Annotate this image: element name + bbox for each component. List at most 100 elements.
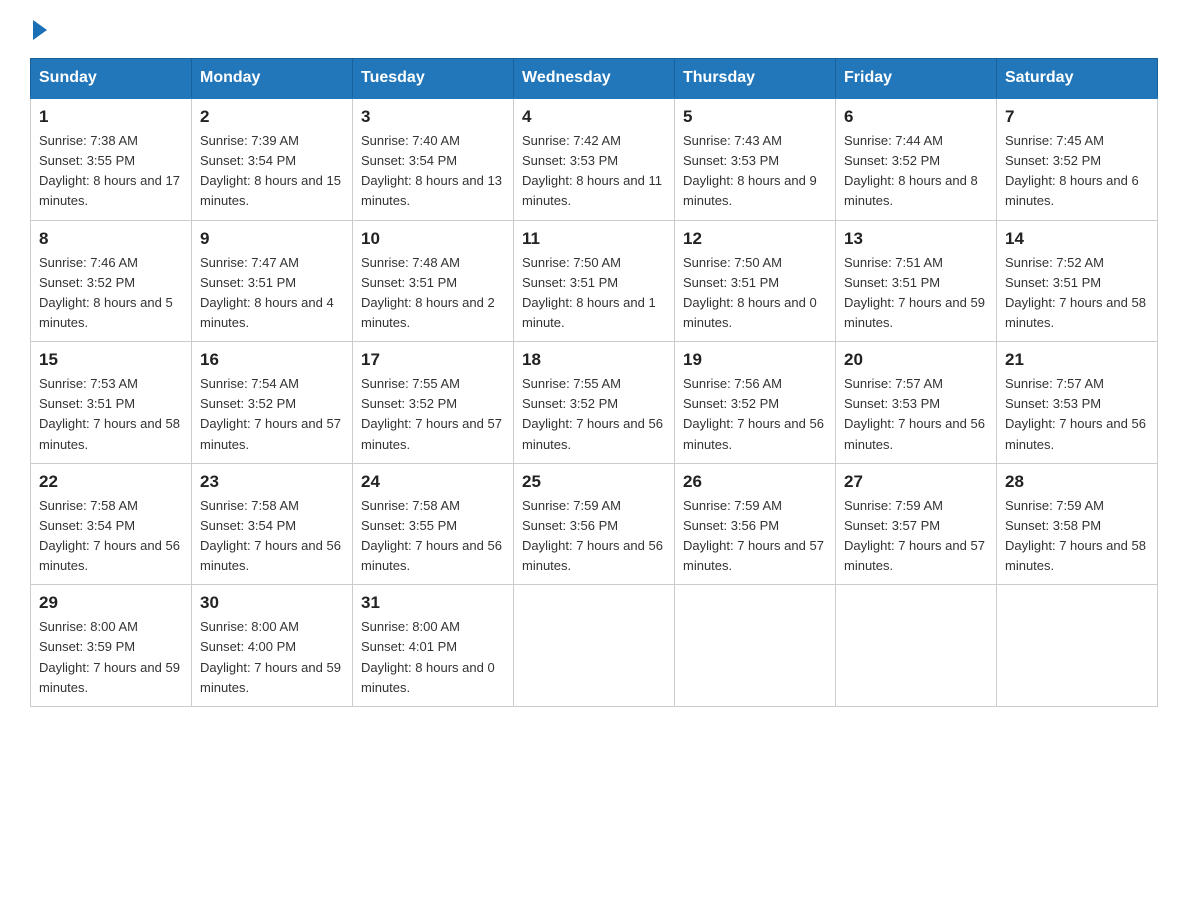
day-number: 18 [522, 350, 666, 370]
day-number: 30 [200, 593, 344, 613]
week-row-2: 8 Sunrise: 7:46 AMSunset: 3:52 PMDaylight… [31, 220, 1158, 342]
logo-triangle-icon [33, 20, 47, 40]
day-cell [514, 585, 675, 707]
day-cell: 25 Sunrise: 7:59 AMSunset: 3:56 PMDayligh… [514, 463, 675, 585]
day-info: Sunrise: 8:00 AMSunset: 3:59 PMDaylight:… [39, 617, 183, 698]
day-cell: 8 Sunrise: 7:46 AMSunset: 3:52 PMDaylight… [31, 220, 192, 342]
day-cell: 12 Sunrise: 7:50 AMSunset: 3:51 PMDayligh… [675, 220, 836, 342]
day-info: Sunrise: 7:55 AMSunset: 3:52 PMDaylight:… [361, 374, 505, 455]
day-number: 13 [844, 229, 988, 249]
day-number: 2 [200, 107, 344, 127]
day-number: 1 [39, 107, 183, 127]
day-number: 24 [361, 472, 505, 492]
day-cell: 23 Sunrise: 7:58 AMSunset: 3:54 PMDayligh… [192, 463, 353, 585]
day-cell [675, 585, 836, 707]
day-cell: 2 Sunrise: 7:39 AMSunset: 3:54 PMDaylight… [192, 98, 353, 220]
header-cell-tuesday: Tuesday [353, 59, 514, 99]
day-cell: 22Sunrise: 7:58 AMSunset: 3:54 PMDayligh… [31, 463, 192, 585]
day-info: Sunrise: 7:39 AMSunset: 3:54 PMDaylight:… [200, 131, 344, 212]
header-cell-sunday: Sunday [31, 59, 192, 99]
day-cell: 18Sunrise: 7:55 AMSunset: 3:52 PMDayligh… [514, 342, 675, 464]
day-cell: 17Sunrise: 7:55 AMSunset: 3:52 PMDayligh… [353, 342, 514, 464]
day-cell: 5 Sunrise: 7:43 AMSunset: 3:53 PMDaylight… [675, 98, 836, 220]
day-number: 19 [683, 350, 827, 370]
header-cell-thursday: Thursday [675, 59, 836, 99]
day-cell: 31 Sunrise: 8:00 AMSunset: 4:01 PMDayligh… [353, 585, 514, 707]
logo-blue-container [30, 20, 47, 42]
day-info: Sunrise: 7:45 AMSunset: 3:52 PMDaylight:… [1005, 131, 1149, 212]
day-cell: 4Sunrise: 7:42 AMSunset: 3:53 PMDaylight… [514, 98, 675, 220]
week-row-1: 1Sunrise: 7:38 AMSunset: 3:55 PMDaylight… [31, 98, 1158, 220]
day-cell: 29 Sunrise: 8:00 AMSunset: 3:59 PMDayligh… [31, 585, 192, 707]
day-number: 29 [39, 593, 183, 613]
day-cell [997, 585, 1158, 707]
day-info: Sunrise: 7:52 AMSunset: 3:51 PMDaylight:… [1005, 253, 1149, 334]
day-info: Sunrise: 7:43 AMSunset: 3:53 PMDaylight:… [683, 131, 827, 212]
day-info: Sunrise: 7:58 AMSunset: 3:54 PMDaylight:… [200, 496, 344, 577]
day-number: 16 [200, 350, 344, 370]
day-cell: 27 Sunrise: 7:59 AMSunset: 3:57 PMDayligh… [836, 463, 997, 585]
logo [30, 20, 47, 42]
day-info: Sunrise: 8:00 AMSunset: 4:01 PMDaylight:… [361, 617, 505, 698]
day-cell: 14 Sunrise: 7:52 AMSunset: 3:51 PMDayligh… [997, 220, 1158, 342]
week-row-3: 15 Sunrise: 7:53 AMSunset: 3:51 PMDayligh… [31, 342, 1158, 464]
day-number: 22 [39, 472, 183, 492]
day-number: 5 [683, 107, 827, 127]
day-number: 28 [1005, 472, 1149, 492]
day-number: 23 [200, 472, 344, 492]
day-cell: 20 Sunrise: 7:57 AMSunset: 3:53 PMDayligh… [836, 342, 997, 464]
day-number: 3 [361, 107, 505, 127]
header-cell-wednesday: Wednesday [514, 59, 675, 99]
day-number: 31 [361, 593, 505, 613]
day-info: Sunrise: 7:59 AMSunset: 3:57 PMDaylight:… [844, 496, 988, 577]
day-number: 9 [200, 229, 344, 249]
day-number: 6 [844, 107, 988, 127]
day-info: Sunrise: 7:54 AMSunset: 3:52 PMDaylight:… [200, 374, 344, 455]
day-cell [836, 585, 997, 707]
day-info: Sunrise: 7:50 AMSunset: 3:51 PMDaylight:… [522, 253, 666, 334]
day-number: 4 [522, 107, 666, 127]
day-number: 10 [361, 229, 505, 249]
calendar-header: SundayMondayTuesdayWednesdayThursdayFrid… [31, 59, 1158, 99]
day-info: Sunrise: 7:57 AMSunset: 3:53 PMDaylight:… [1005, 374, 1149, 455]
day-number: 14 [1005, 229, 1149, 249]
header-cell-saturday: Saturday [997, 59, 1158, 99]
page-header [30, 20, 1158, 42]
day-number: 12 [683, 229, 827, 249]
day-cell: 19 Sunrise: 7:56 AMSunset: 3:52 PMDayligh… [675, 342, 836, 464]
day-cell: 9 Sunrise: 7:47 AMSunset: 3:51 PMDaylight… [192, 220, 353, 342]
day-info: Sunrise: 7:47 AMSunset: 3:51 PMDaylight:… [200, 253, 344, 334]
day-number: 8 [39, 229, 183, 249]
day-info: Sunrise: 7:58 AMSunset: 3:55 PMDaylight:… [361, 496, 505, 577]
day-number: 11 [522, 229, 666, 249]
day-cell: 11 Sunrise: 7:50 AMSunset: 3:51 PMDayligh… [514, 220, 675, 342]
header-cell-monday: Monday [192, 59, 353, 99]
day-cell: 21Sunrise: 7:57 AMSunset: 3:53 PMDayligh… [997, 342, 1158, 464]
day-info: Sunrise: 7:40 AMSunset: 3:54 PMDaylight:… [361, 131, 505, 212]
day-number: 20 [844, 350, 988, 370]
day-number: 26 [683, 472, 827, 492]
week-row-5: 29 Sunrise: 8:00 AMSunset: 3:59 PMDayligh… [31, 585, 1158, 707]
day-number: 27 [844, 472, 988, 492]
week-row-4: 22 Sunrise: 7:58 AMSunset: 3:54 PMDayligh… [31, 463, 1158, 585]
day-info: Sunrise: 7:59 AMSunset: 3:56 PMDaylight:… [683, 496, 827, 577]
day-info: Sunrise: 7:57 AMSunset: 3:53 PMDaylight:… [844, 374, 988, 455]
day-info: Sunrise: 7:50 AMSunset: 3:51 PMDaylight:… [683, 253, 827, 334]
day-info: Sunrise: 7:56 AMSunset: 3:52 PMDaylight:… [683, 374, 827, 455]
day-info: Sunrise: 7:46 AMSunset: 3:52 PMDaylight:… [39, 253, 183, 334]
day-cell: 15 Sunrise: 7:53 AMSunset: 3:51 PMDayligh… [31, 342, 192, 464]
day-cell: 3 Sunrise: 7:40 AMSunset: 3:54 PMDaylight… [353, 98, 514, 220]
day-cell: 30 Sunrise: 8:00 AMSunset: 4:00 PMDayligh… [192, 585, 353, 707]
day-info: Sunrise: 7:51 AMSunset: 3:51 PMDaylight:… [844, 253, 988, 334]
day-cell: 13 Sunrise: 7:51 AMSunset: 3:51 PMDayligh… [836, 220, 997, 342]
day-number: 25 [522, 472, 666, 492]
day-info: Sunrise: 7:59 AMSunset: 3:56 PMDaylight:… [522, 496, 666, 577]
day-number: 15 [39, 350, 183, 370]
header-row: SundayMondayTuesdayWednesdayThursdayFrid… [31, 59, 1158, 99]
header-cell-friday: Friday [836, 59, 997, 99]
calendar-body: 1Sunrise: 7:38 AMSunset: 3:55 PMDaylight… [31, 98, 1158, 706]
day-number: 7 [1005, 107, 1149, 127]
day-info: Sunrise: 8:00 AMSunset: 4:00 PMDaylight:… [200, 617, 344, 698]
day-info: Sunrise: 7:59 AMSunset: 3:58 PMDaylight:… [1005, 496, 1149, 577]
day-info: Sunrise: 7:53 AMSunset: 3:51 PMDaylight:… [39, 374, 183, 455]
